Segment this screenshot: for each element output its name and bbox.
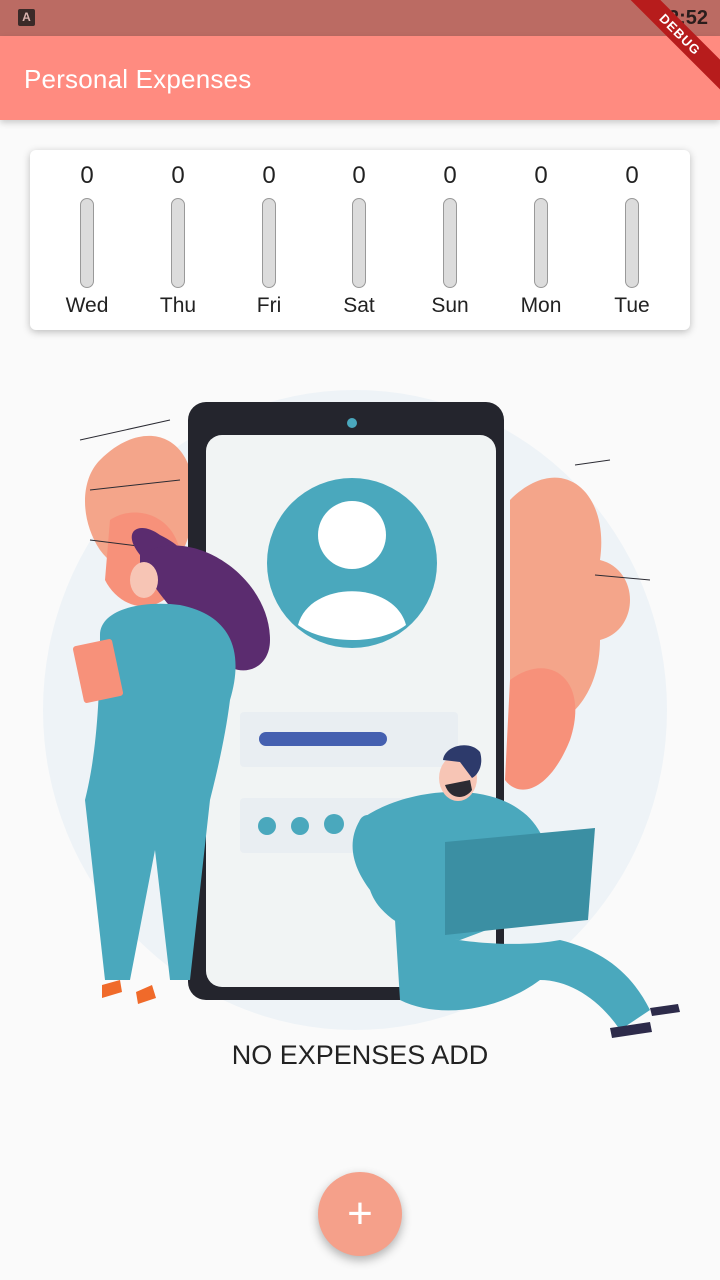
chart-amount: 0: [625, 162, 639, 189]
chart-amount: 0: [262, 162, 276, 189]
chart-day-label: Thu: [159, 294, 197, 317]
status-bar: A 12:52: [0, 0, 720, 36]
chart-bar-track: [80, 198, 94, 288]
password-dot: [291, 817, 309, 835]
password-dot: [324, 814, 344, 834]
chart-bar-track: [534, 198, 548, 288]
chart-day-label: Fri: [256, 294, 282, 317]
man-laptop: [445, 828, 595, 935]
chart-amount: 0: [352, 162, 366, 189]
woman-shoe: [102, 980, 122, 998]
woman-shoe: [136, 985, 156, 1004]
woman-body: [85, 603, 236, 800]
password-dot: [258, 817, 276, 835]
chart-day-label: Sat: [343, 294, 375, 317]
chart-bar-tue: 0 Tue: [587, 150, 677, 330]
phone-camera: [347, 418, 357, 428]
chart-day-label: Tue: [614, 294, 650, 317]
chart-bar-wed: 0 Wed: [42, 150, 132, 330]
woman-face: [130, 562, 158, 598]
chart-bar-track: [262, 198, 276, 288]
chart-bar-sun: 0 Sun: [405, 150, 495, 330]
chart-bar-sat: 0 Sat: [314, 150, 404, 330]
people-with-phone-illustration: [43, 390, 680, 1038]
page-title: Personal Expenses: [24, 64, 252, 94]
app-notification-icon: A: [18, 9, 35, 26]
chart-amount: 0: [80, 162, 94, 189]
chart-bar-track: [625, 198, 639, 288]
app-bar: Personal Expenses: [0, 36, 720, 120]
chart-bar-mon: 0 Mon: [496, 150, 586, 330]
chart-amount: 0: [534, 162, 548, 189]
weekly-chart-card: 0 Wed 0 Thu 0 Fri 0 Sat 0 Sun 0 Mon 0 Tu…: [30, 150, 690, 330]
input-line: [259, 732, 387, 746]
chart-day-label: Wed: [65, 294, 109, 317]
chart-bar-thu: 0 Thu: [133, 150, 223, 330]
man-shoe: [650, 1004, 680, 1016]
chart-day-label: Sun: [431, 294, 469, 317]
empty-state-message: NO EXPENSES ADD: [231, 1040, 489, 1070]
plus-icon: +: [347, 1189, 373, 1238]
chart-bar-track: [352, 198, 366, 288]
avatar-head: [318, 501, 386, 569]
chart-bar-fri: 0 Fri: [224, 150, 314, 330]
status-time: 12:52: [656, 7, 708, 29]
chart-bar-track: [171, 198, 185, 288]
add-expense-button[interactable]: +: [318, 1172, 402, 1256]
chart-amount: 0: [171, 162, 185, 189]
chart-amount: 0: [443, 162, 457, 189]
chart-bar-track: [443, 198, 457, 288]
chart-day-label: Mon: [520, 294, 562, 317]
